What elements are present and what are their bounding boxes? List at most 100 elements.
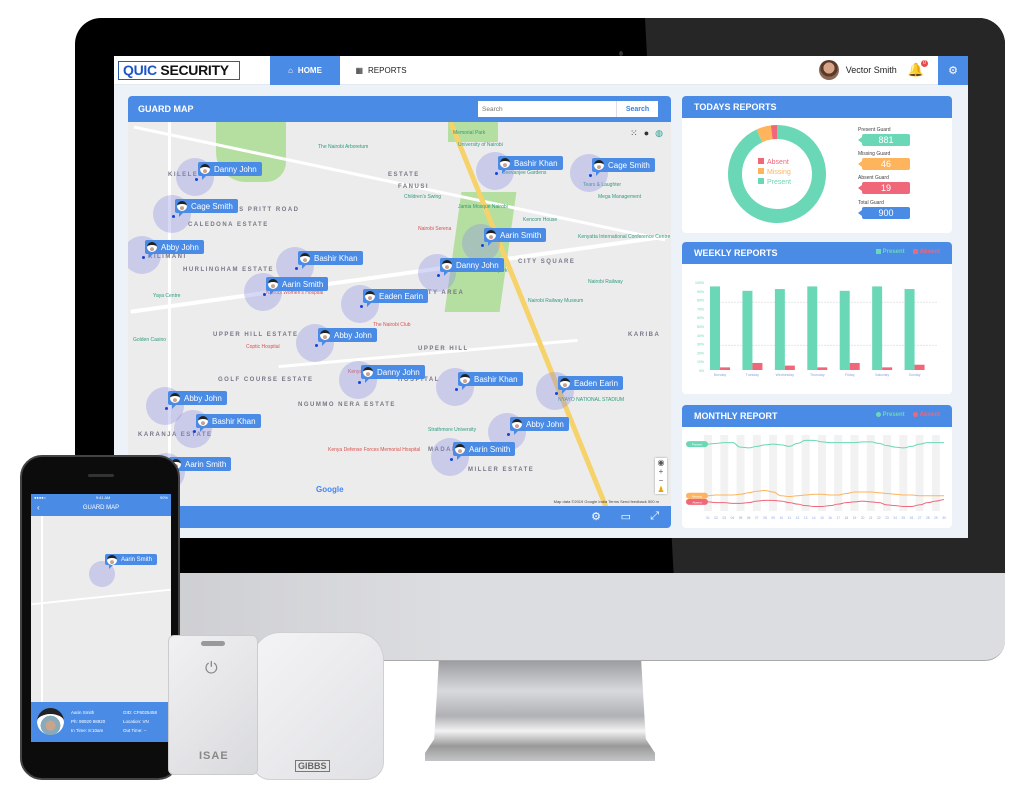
column-band: [850, 435, 859, 511]
guard-pin[interactable]: Eaden Earin: [558, 376, 624, 394]
guard-location-dot: [172, 215, 175, 218]
x-tick-label: 07: [755, 516, 759, 520]
x-tick-label: 30: [942, 516, 946, 520]
x-tick-label: 14: [812, 516, 816, 520]
bar-absent: [720, 367, 730, 370]
guard-pin[interactable]: Danny John: [361, 365, 425, 383]
user-menu[interactable]: Vector Smith 🔔 0: [818, 60, 928, 80]
y-tick-label: 90%: [697, 290, 704, 294]
gear-icon: ⚙: [948, 65, 958, 77]
guard-name: Eaden Earin: [379, 291, 424, 301]
record-icon[interactable]: ●: [644, 128, 649, 139]
guard-location-dot: [589, 174, 592, 177]
x-tick-label: 16: [828, 516, 832, 520]
x-tick-label: 28: [926, 516, 930, 520]
guard-pin[interactable]: Bashir Khan: [458, 372, 523, 390]
bar-present: [742, 290, 753, 370]
bar-present: [807, 286, 818, 370]
logo[interactable]: QUIC SECURITY: [118, 61, 240, 80]
guard-location-dot: [165, 407, 168, 410]
settings-button[interactable]: ⚙: [938, 56, 968, 85]
monthly-report-card: MONTHLY REPORT Present Absent Present Miss…: [682, 405, 952, 528]
guard-pin[interactable]: Abby John: [168, 391, 227, 409]
x-tick-label: Saturday: [875, 373, 889, 377]
guard-name: Abby John: [526, 419, 564, 429]
phone-screen: ●●●●○ 9:41 AM 90% ‹ GUARD MAP Aarin Smith A…: [31, 494, 171, 742]
zoom-out-button[interactable]: −: [655, 476, 667, 485]
x-tick-label: 20: [861, 516, 865, 520]
guard-name: Abby John: [334, 330, 372, 340]
nav-reports[interactable]: ▦ REPORTS: [346, 56, 416, 85]
guard-pin[interactable]: Bashir Khan: [498, 156, 563, 174]
guard-pin[interactable]: Aarin Smith: [453, 442, 516, 460]
y-tick-label: 70%: [697, 307, 704, 311]
legend-absent: Absent: [758, 158, 791, 168]
map-poi-label: Mega Management: [598, 194, 642, 200]
gear-icon[interactable]: ⚙: [591, 510, 601, 523]
guard-pin[interactable]: Abby John: [145, 240, 204, 258]
pegman-icon[interactable]: ♟: [655, 485, 667, 494]
map-attribution[interactable]: Map data ©2019 Google India Terms Send f…: [554, 499, 659, 504]
guard-pin[interactable]: Aarin Smith: [484, 228, 547, 246]
legend-missing: Missing: [758, 168, 791, 178]
series-badge-label: Absent: [692, 500, 702, 504]
back-icon[interactable]: ‹: [37, 502, 40, 514]
guard-pin[interactable]: Aarin Smith: [266, 277, 329, 295]
phone-map[interactable]: Aarin Smith: [31, 516, 171, 702]
guard-pin[interactable]: Aarin Smith: [105, 554, 158, 569]
x-tick-label: Friday: [845, 373, 855, 377]
search-input[interactable]: [478, 101, 616, 117]
guard-pin[interactable]: Eaden Earin: [363, 289, 429, 307]
guard-pin[interactable]: Danny John: [440, 258, 504, 276]
globe-icon[interactable]: ◍: [655, 128, 663, 139]
guard-pin[interactable]: Abby John: [510, 417, 569, 435]
phone-status-bar: ●●●●○ 9:41 AM 90%: [31, 494, 171, 502]
y-tick-label: 100%: [695, 281, 704, 285]
road: [168, 122, 171, 506]
guard-pin[interactable]: Danny John: [198, 162, 262, 180]
guard-pin[interactable]: Cage Smith: [175, 199, 238, 217]
x-tick-label: 04: [731, 516, 735, 520]
guard-pin[interactable]: Abby John: [318, 328, 377, 346]
weekly-reports-header: WEEKLY REPORTS Present Absent: [682, 242, 952, 264]
locate-button[interactable]: ◉: [655, 458, 667, 467]
dashboard-screen: QUIC SECURITY ⌂ HOME ▦ REPORTS Vector Smit…: [114, 56, 968, 538]
guard-pin[interactable]: Bashir Khan: [298, 251, 363, 269]
report-icon: ▦: [355, 66, 364, 75]
column-band: [915, 435, 924, 511]
search-button[interactable]: Search: [616, 101, 658, 117]
x-tick-label: Wednesday: [776, 373, 795, 377]
guard-pin[interactable]: Cage Smith: [592, 158, 655, 176]
x-tick-label: 09: [771, 516, 775, 520]
column-band: [834, 435, 843, 511]
bar-absent: [882, 367, 893, 370]
grid-icon[interactable]: ⁙: [630, 128, 638, 139]
weekly-reports-card: WEEKLY REPORTS Present Absent 0% 10% 20% 30%…: [682, 242, 952, 394]
guard-name: Eaden Earin: [574, 378, 619, 388]
screen-icon[interactable]: ▭: [621, 510, 631, 523]
donut-slice-missing: [756, 125, 773, 143]
x-tick-label: 10: [779, 516, 783, 520]
todays-reports-title: TODAYS REPORTS: [694, 102, 777, 112]
x-tick-label: Monday: [714, 373, 727, 377]
guard-pin[interactable]: Bashir Khan: [196, 414, 261, 432]
x-tick-label: 17: [836, 516, 840, 520]
x-tick-label: 05: [739, 516, 743, 520]
guard-avatar-icon: [198, 416, 208, 426]
nav-home[interactable]: ⌂ HOME: [270, 56, 340, 85]
avatar[interactable]: [818, 60, 839, 80]
top-nav: QUIC SECURITY ⌂ HOME ▦ REPORTS Vector Smit…: [114, 56, 968, 85]
x-tick-label: 19: [853, 516, 857, 520]
map-poi-label: The Nairobi Arboretum: [318, 144, 369, 150]
guard-detail-panel: Aarin Smith GID: CF6025458 Ph: 98920 989…: [31, 702, 171, 742]
notification-badge: 0: [921, 60, 928, 67]
bell-icon[interactable]: 🔔 0: [908, 60, 928, 78]
x-tick-label: 02: [714, 516, 718, 520]
map-canvas[interactable]: KILELESHWA ESTATEDENNIS PRITT ROADCALEDO…: [128, 122, 671, 506]
bar-present: [904, 289, 915, 370]
fullscreen-icon[interactable]: ⤢: [650, 510, 659, 523]
guard-name: Cage Smith: [191, 201, 233, 211]
zoom-in-button[interactable]: +: [655, 467, 667, 476]
gibbs-device: GIBBS: [252, 632, 384, 780]
bar-absent: [817, 367, 828, 370]
